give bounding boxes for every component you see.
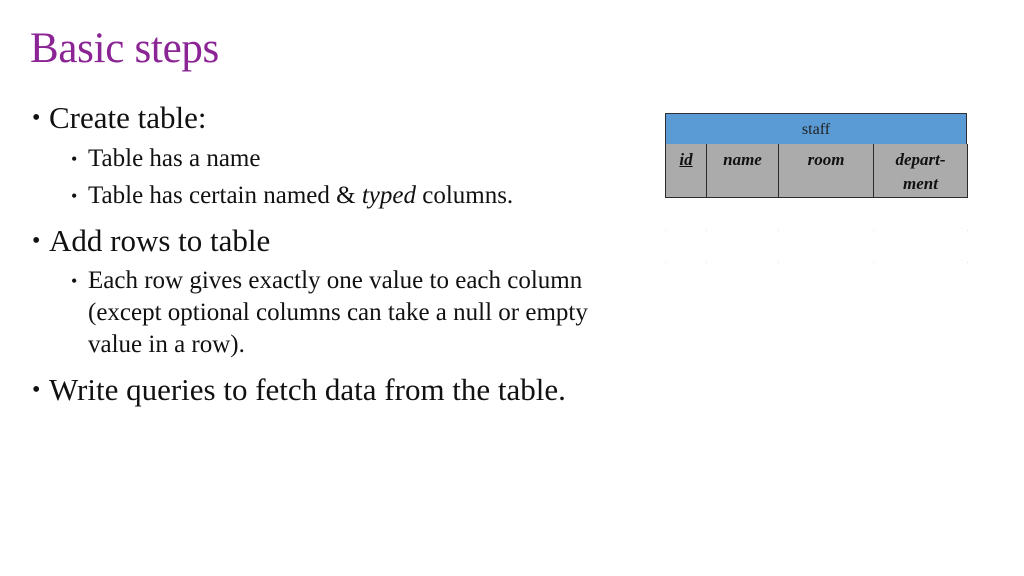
table-name-header: staff	[665, 113, 967, 146]
grid-dot	[665, 262, 666, 263]
sub-bullet-dot-icon: •	[71, 186, 78, 206]
slide-title: Basic steps	[30, 25, 219, 72]
column-header-room: room	[778, 144, 873, 198]
primary-key-label: id	[679, 150, 693, 169]
grid-dot	[778, 230, 779, 231]
grid-dot	[706, 262, 707, 263]
sub-bullet-text: Each row gives exactly one value to each…	[88, 267, 588, 358]
bullet-text: Create table:	[49, 100, 207, 135]
column-header-department: depart-ment	[873, 144, 968, 198]
grid-dot	[873, 230, 874, 231]
text-run: columns.	[415, 182, 514, 209]
sub-bullet-dot-icon: •	[71, 149, 78, 169]
bullet-text: Add rows to table	[49, 223, 271, 258]
grid-dot	[873, 262, 874, 263]
grid-dot	[706, 230, 707, 231]
sub-bullet-text: Table has certain named & typed columns.	[88, 180, 618, 212]
text-run: Table has certain named &	[88, 182, 362, 209]
sub-bullet-dot-icon: •	[71, 271, 78, 291]
bullet-dot-icon: •	[32, 105, 41, 131]
column-header-id: id	[665, 144, 706, 198]
bullet-text: Write queries to fetch data from the tab…	[49, 372, 566, 407]
grid-dot	[665, 230, 666, 231]
bullet-dot-icon: •	[32, 377, 41, 403]
sub-bullet-text: Table has a name	[88, 145, 261, 172]
column-header-name: name	[706, 144, 778, 198]
grid-dot	[967, 262, 968, 263]
bullet-dot-icon: •	[32, 228, 41, 254]
grid-dot	[967, 230, 968, 231]
grid-dot	[778, 262, 779, 263]
italic-text-run: typed	[361, 182, 416, 209]
